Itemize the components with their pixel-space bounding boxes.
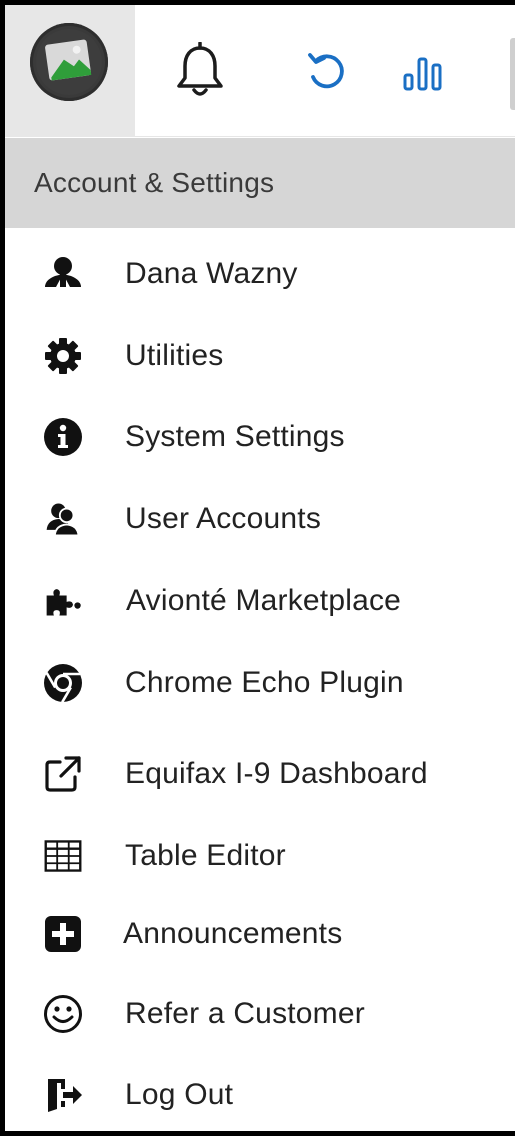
top-toolbar [5,5,515,137]
menu-item-announcements[interactable]: Announcements [5,899,515,969]
avatar-tab[interactable] [5,5,135,137]
section-title: Account & Settings [34,167,275,198]
menu-item-label: Table Editor [125,839,286,872]
notifications-button[interactable] [160,5,240,137]
external-link-icon [43,754,83,794]
user-icon [43,254,83,294]
avatar[interactable] [30,23,108,101]
logout-icon [43,1075,83,1115]
menu-item-label: User Accounts [125,502,322,535]
plus-square-icon [43,914,83,954]
menu-item-user-accounts[interactable]: User Accounts [5,484,515,554]
menu-item-label: Equifax I-9 Dashboard [125,757,428,790]
menu-item-refer-customer[interactable]: Refer a Customer [5,979,515,1049]
menu-item-utilities[interactable]: Utilities [5,321,515,391]
menu-item-label: Chrome Echo Plugin [125,666,404,699]
account-menu-panel: Account & Settings Dana Wazny Utilities … [5,5,515,1131]
reports-button[interactable] [385,5,465,137]
refresh-icon [308,53,344,89]
bell-icon [177,42,223,96]
puzzle-icon [43,581,83,621]
gear-icon [43,336,83,376]
users-icon [43,499,83,539]
menu-item-label: Avionté Marketplace [126,584,402,617]
menu-item-marketplace[interactable]: Avionté Marketplace [5,566,515,636]
menu-item-logout[interactable]: Log Out [5,1060,515,1130]
smile-icon [43,994,83,1034]
menu-item-label: System Settings [125,420,345,453]
chrome-icon [43,663,83,703]
toolbar-edge [510,38,515,110]
menu-item-label: Dana Wazny [125,257,298,290]
menu-item-label: Refer a Customer [125,997,365,1030]
menu-item-label: Utilities [125,339,224,372]
avatar-image-icon [36,29,102,95]
menu-item-chrome-plugin[interactable]: Chrome Echo Plugin [5,648,515,718]
info-icon [43,417,83,457]
menu-item-label: Announcements [123,917,343,950]
section-header: Account & Settings [5,138,515,228]
table-icon [43,836,83,876]
menu-item-table-editor[interactable]: Table Editor [5,821,515,891]
toolbar-divider [135,136,515,137]
history-button[interactable] [287,5,367,137]
menu-item-equifax-dashboard[interactable]: Equifax I-9 Dashboard [5,739,515,809]
menu-item-system-settings[interactable]: System Settings [5,402,515,472]
menu-item-label: Log Out [125,1078,234,1111]
menu-item-user-profile[interactable]: Dana Wazny [5,239,515,309]
bar-chart-icon [403,57,442,91]
